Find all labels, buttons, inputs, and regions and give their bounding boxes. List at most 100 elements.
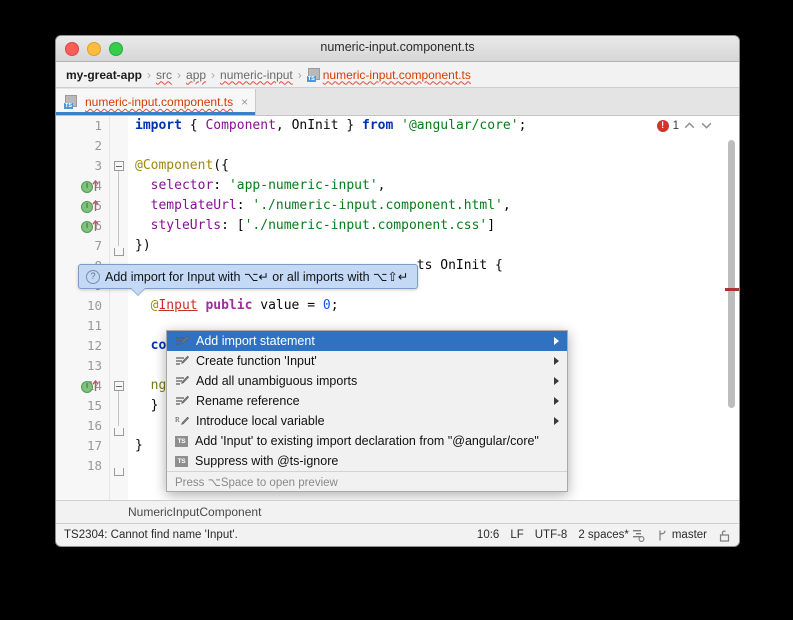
line-number: 16: [86, 418, 102, 433]
error-stripe-marker[interactable]: [725, 288, 739, 291]
line-number: 14: [56, 376, 109, 396]
menu-item[interactable]: TS Add 'Input' to existing import declara…: [167, 431, 567, 451]
bean-implements-icon[interactable]: [81, 220, 103, 233]
menu-footer-hint: Press ⌥Space to open preview: [167, 471, 567, 491]
code-line[interactable]: styleUrls: ['./numeric-input.component.c…: [128, 216, 739, 236]
quickfix-icon: [176, 335, 189, 345]
typescript-file-icon: [64, 95, 77, 109]
bean-implements-icon[interactable]: [81, 380, 103, 393]
line-number: 2: [94, 138, 102, 153]
line-number: 3: [94, 158, 102, 173]
editor-tab-strip: numeric-input.component.ts ×: [56, 88, 739, 116]
line-number: 5: [56, 196, 109, 216]
typescript-file-icon: [306, 67, 320, 82]
error-navigation[interactable]: 1: [656, 119, 713, 132]
fold-line: [118, 171, 119, 246]
chevron-right-icon: [554, 337, 559, 345]
chevron-right-icon: [554, 357, 559, 365]
menu-item-label: Add all unambiguous imports: [196, 374, 358, 388]
menu-item-label: Add import statement: [196, 334, 315, 348]
code-line[interactable]: [128, 136, 739, 156]
menu-item-label: Add 'Input' to existing import declarati…: [195, 434, 539, 448]
line-number: 18: [86, 458, 102, 473]
ide-window: numeric-input.component.ts my-great-app …: [55, 35, 740, 547]
intention-actions-menu[interactable]: Add import statement Create function 'Inp…: [166, 330, 568, 492]
editor-tab[interactable]: numeric-input.component.ts ×: [56, 89, 257, 115]
chevron-down-icon[interactable]: [700, 119, 713, 132]
line-number: 11: [86, 318, 102, 333]
question-icon: ?: [86, 269, 100, 284]
branch-icon: [659, 530, 666, 540]
breadcrumb-item-src[interactable]: src: [156, 68, 172, 82]
bean-implements-icon[interactable]: [81, 200, 103, 213]
close-icon[interactable]: ×: [238, 96, 248, 108]
chevron-up-icon[interactable]: [683, 119, 696, 132]
chevron-right-icon: [554, 397, 559, 405]
breadcrumb-separator: ›: [147, 67, 152, 82]
editor-gutter[interactable]: 123456789101112131415161718: [56, 116, 110, 500]
indent-setting[interactable]: 2 spaces*: [578, 529, 645, 542]
code-line[interactable]: @Component({: [128, 156, 739, 176]
breadcrumb-item-numeric-input[interactable]: numeric-input: [220, 68, 293, 82]
breadcrumb-file[interactable]: numeric-input.component.ts: [323, 68, 471, 82]
current-symbol[interactable]: NumericInputComponent: [128, 505, 261, 519]
breadcrumb-separator: ›: [177, 67, 182, 82]
fold-marker[interactable]: [114, 161, 124, 171]
bean-implements-icon[interactable]: [81, 180, 103, 193]
quickfix-icon: [176, 355, 189, 365]
indent-icon: [632, 529, 645, 542]
error-count: 1: [672, 119, 679, 132]
code-line[interactable]: import { Component, OnInit } from '@angu…: [128, 116, 739, 136]
menu-item[interactable]: TS Suppress with @ts-ignore: [167, 451, 567, 471]
line-number: 17: [86, 438, 102, 453]
menu-item[interactable]: R Introduce local variable: [167, 411, 567, 431]
lock-icon[interactable]: [718, 529, 731, 542]
refactor-icon: R: [175, 416, 189, 425]
fold-end-marker[interactable]: [114, 428, 124, 436]
vertical-scrollbar[interactable]: [728, 140, 735, 408]
fold-end-marker[interactable]: [114, 468, 124, 476]
code-folding-column[interactable]: [110, 116, 128, 500]
line-number: 7: [94, 238, 102, 253]
quickfix-icon: [176, 375, 189, 385]
code-line[interactable]: }): [128, 236, 739, 256]
import-hint-text: Add import for Input with ⌥↵ or all impo…: [105, 270, 409, 284]
fold-end-marker[interactable]: [114, 248, 124, 256]
code-line[interactable]: selector: 'app-numeric-input',: [128, 176, 739, 196]
code-line[interactable]: @Input public value = 0;: [128, 296, 739, 316]
line-number: 10: [86, 298, 102, 313]
breadcrumb-root[interactable]: my-great-app: [66, 68, 142, 82]
code-line[interactable]: templateUrl: './numeric-input.component.…: [128, 196, 739, 216]
structure-nav-bar: NumericInputComponent: [56, 500, 739, 523]
line-number: 15: [86, 398, 102, 413]
import-hint-tooltip: ? Add import for Input with ⌥↵ or all im…: [78, 264, 419, 295]
status-message: TS2304: Cannot find name 'Input'.: [64, 529, 238, 541]
typescript-badge-icon: TS: [175, 455, 188, 467]
chevron-right-icon: [554, 417, 559, 425]
line-separator[interactable]: LF: [510, 529, 523, 541]
menu-item[interactable]: Rename reference: [167, 391, 567, 411]
fold-marker[interactable]: [114, 381, 124, 391]
indent-label: 2 spaces*: [578, 529, 629, 541]
menu-item[interactable]: Add import statement: [167, 331, 567, 351]
file-encoding[interactable]: UTF-8: [535, 529, 568, 541]
line-number: 12: [86, 338, 102, 353]
error-circle-icon: [656, 119, 669, 132]
line-number: 6: [56, 216, 109, 236]
menu-item[interactable]: Add all unambiguous imports: [167, 371, 567, 391]
menu-item-label: Introduce local variable: [196, 414, 325, 428]
menu-item[interactable]: Create function 'Input': [167, 351, 567, 371]
chevron-right-icon: [554, 377, 559, 385]
code-editor[interactable]: 123456789101112131415161718 import { Com…: [56, 116, 739, 500]
line-number: 13: [86, 358, 102, 373]
line-number: 1: [94, 118, 102, 133]
line-number: 4: [56, 176, 109, 196]
menu-item-label: Create function 'Input': [196, 354, 317, 368]
caret-position[interactable]: 10:6: [477, 529, 499, 541]
git-branch[interactable]: master: [656, 529, 707, 542]
svg-text:R: R: [175, 416, 180, 424]
quickfix-icon: [176, 395, 189, 405]
menu-item-label: Suppress with @ts-ignore: [195, 454, 339, 468]
title-bar: numeric-input.component.ts: [56, 36, 739, 62]
breadcrumb-item-app[interactable]: app: [186, 68, 206, 82]
